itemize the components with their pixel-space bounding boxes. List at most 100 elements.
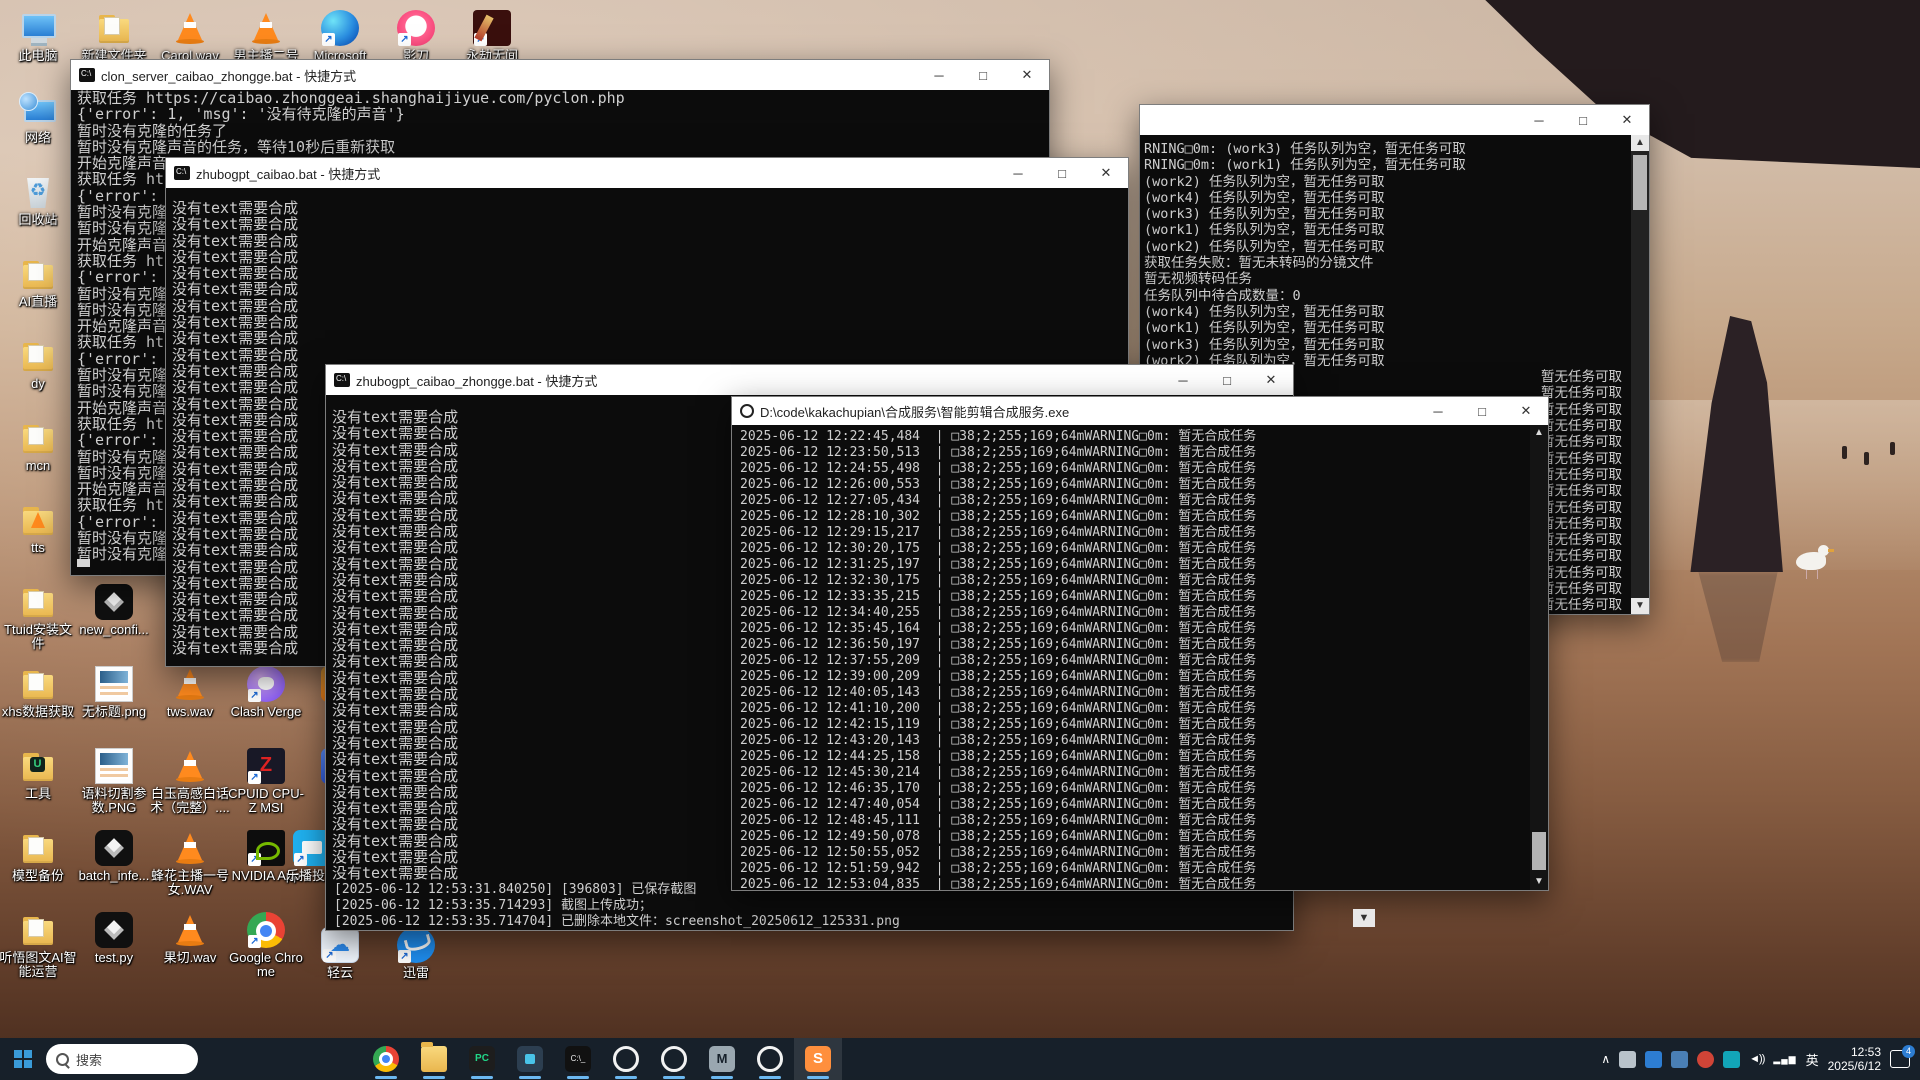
desktop-icon-网络[interactable]: 网络 — [0, 92, 78, 145]
red-app-icon[interactable] — [1697, 1051, 1714, 1068]
folder-icon — [19, 830, 57, 866]
desktop-icon-迅雷[interactable]: ↗迅雷 — [376, 927, 456, 980]
taskbar-search[interactable]: 搜索 — [46, 1044, 198, 1074]
desktop-icon-Carol.wav[interactable]: Carol.wav — [150, 10, 230, 63]
w4-warning-line: 2025-06-12 12:53:04,835 | □38;2;255;169;… — [732, 877, 1548, 890]
desktop-icon-Clash Verge[interactable]: ↗Clash Verge — [226, 666, 306, 719]
running-indicator — [615, 1076, 637, 1079]
w2-title: zhubogpt_caibao.bat - 快捷方式 — [196, 164, 996, 183]
desktop-icon-轻云[interactable]: ↗ 轻云 — [300, 927, 380, 980]
language-indicator[interactable]: 英 — [1806, 1050, 1819, 1069]
desktop-icon-听悟图文AI智能运营[interactable]: 听悟图文AI智能运营 — [0, 912, 78, 979]
w2-titlebar[interactable]: zhubogpt_caibao.bat - 快捷方式 ─ □ ✕ — [166, 158, 1128, 188]
desktop-icon-AI直播[interactable]: AI直播 — [0, 256, 78, 309]
w3-minimize-button[interactable]: ─ — [1161, 365, 1205, 395]
teal-app-icon[interactable] — [1723, 1051, 1740, 1068]
w5-minimize-button[interactable]: ─ — [1517, 105, 1561, 135]
w3-close-button[interactable]: ✕ — [1249, 365, 1293, 395]
desktop-icon-dy[interactable]: dy — [0, 338, 78, 391]
w5-close-button[interactable]: ✕ — [1605, 105, 1649, 135]
desktop-icon-tts[interactable]: tts — [0, 502, 78, 555]
shortcut-arrow-icon: ↗ — [248, 689, 261, 702]
w4-scroll-thumb[interactable] — [1532, 832, 1546, 870]
desktop-icon-语料切割参数.PNG[interactable]: 语料切割参数.PNG — [74, 748, 154, 815]
start-button[interactable] — [0, 1038, 46, 1080]
w1-minimize-button[interactable]: ─ — [917, 60, 961, 90]
w5-maximize-button[interactable]: □ — [1561, 105, 1605, 135]
w4-titlebar[interactable]: D:\code\kakachupian\合成服务\智能剪辑合成服务.exe ─ … — [732, 397, 1548, 425]
taskbar-app-pycharm[interactable]: PC — [458, 1038, 506, 1080]
w1-close-button[interactable]: ✕ — [1005, 60, 1049, 90]
w4-minimize-button[interactable]: ─ — [1416, 397, 1460, 425]
taskbar-clock[interactable]: 12:53 2025/6/12 — [1828, 1045, 1881, 1073]
w1-titlebar[interactable]: clon_server_caibao_zhongge.bat - 快捷方式 ─ … — [71, 60, 1049, 90]
desktop-icon-tws.wav[interactable]: tws.wav — [150, 666, 230, 719]
w2-minimize-button[interactable]: ─ — [996, 158, 1040, 188]
ring-icon — [661, 1046, 687, 1072]
w2-close-button[interactable]: ✕ — [1084, 158, 1128, 188]
desktop-icon-永劫无间[interactable]: ↗永劫无间 — [452, 10, 532, 63]
desktop-icon-回收站[interactable]: 回收站 — [0, 174, 78, 227]
desktop-icon-男主播二号[interactable]: 男主播二号 — [226, 10, 306, 63]
desktop-icon-蜂花主播一号女.WAV[interactable]: 蜂花主播一号女.WAV — [150, 830, 230, 897]
desktop-icon-工具[interactable]: U工具 — [0, 748, 78, 801]
taskbar-app-explorer[interactable] — [410, 1038, 458, 1080]
w4-scroll-up-arrow[interactable]: ▲ — [1530, 425, 1548, 441]
w5-log-line: RNING□0m: (work3) 任务队列为空，暂无任务可取 — [1140, 141, 1649, 157]
tray-chevron-up-icon[interactable]: ∧ — [1601, 1052, 1610, 1066]
desktop-icon-模型备份[interactable]: 模型备份 — [0, 830, 78, 883]
w5-scroll-down-arrow[interactable]: ▼ — [1631, 598, 1649, 614]
taskbar-app-ring[interactable] — [650, 1038, 698, 1080]
w4-maximize-button[interactable]: □ — [1460, 397, 1504, 425]
desktop-icon-白玉高感白话术（完整）....[interactable]: 白玉高感白话术（完整）.... — [150, 748, 230, 815]
w2-log-line: 没有text需要合成 — [166, 233, 1128, 249]
w3-maximize-button[interactable]: □ — [1205, 365, 1249, 395]
vlc-icon — [171, 10, 209, 46]
desktop-icon-无标题.png[interactable]: 无标题.png — [74, 666, 154, 719]
bluetooth-icon[interactable] — [1671, 1051, 1688, 1068]
desktop-icon-test.py[interactable]: test.py — [74, 912, 154, 965]
w4-warning-line: 2025-06-12 12:51:59,942 | □38;2;255;169;… — [732, 861, 1548, 877]
shortcut-arrow-icon: ↗ — [323, 949, 336, 962]
desktop-icon-CPUID CPU-Z MSI[interactable]: ↗CPUID CPU-Z MSI — [226, 748, 306, 815]
cmd-icon: C:\_ — [565, 1046, 591, 1072]
desktop-icon-batch_infe...[interactable]: batch_infe... — [74, 830, 154, 883]
w3-titlebar[interactable]: zhubogpt_caibao_zhongge.bat - 快捷方式 ─ □ ✕ — [326, 365, 1293, 395]
desktop-icon-Google Chrome[interactable]: ↗Google Chrome — [226, 912, 306, 979]
w1-maximize-button[interactable]: □ — [961, 60, 1005, 90]
network-icon[interactable]: ▂▄▆ — [1773, 1054, 1796, 1065]
taskbar-app-ime[interactable]: M — [698, 1038, 746, 1080]
w5-titlebar[interactable]: ─ □ ✕ — [1140, 105, 1649, 135]
w5-scroll-thumb[interactable] — [1633, 155, 1647, 210]
desktop-icon-mcn[interactable]: mcn — [0, 420, 78, 473]
app-blue-icon[interactable] — [1645, 1051, 1662, 1068]
w2-maximize-button[interactable]: □ — [1040, 158, 1084, 188]
display-icon[interactable] — [1619, 1051, 1636, 1068]
w4-scroll-down-arrow[interactable]: ▼ — [1530, 874, 1548, 890]
w5-log-line: (work3) 任务队列为空，暂无任务可取 — [1140, 206, 1649, 222]
taskbar-app-cmd[interactable]: C:\_ — [554, 1038, 602, 1080]
w4-close-button[interactable]: ✕ — [1504, 397, 1548, 425]
w4-scrollbar[interactable]: ▲ ▼ — [1530, 425, 1548, 890]
volume-icon[interactable]: ◄)) — [1749, 1053, 1764, 1065]
notification-icon[interactable]: 4 — [1890, 1050, 1910, 1068]
w5-scroll-up-arrow[interactable]: ▲ — [1631, 135, 1649, 151]
desktop-icon-Ttuid安装文件[interactable]: Ttuid安装文件 — [0, 584, 78, 651]
taskbar-app-obs[interactable] — [602, 1038, 650, 1080]
desktop-icon-xhs数据获取[interactable]: xhs数据获取 — [0, 666, 78, 719]
desktop-icon-Microsoft[interactable]: ↗Microsoft — [300, 10, 380, 63]
taskbar-app-s-app[interactable]: S — [794, 1038, 842, 1080]
hscrollbar-right-arrow[interactable]: ▼ — [1353, 909, 1375, 927]
w4-title: D:\code\kakachupian\合成服务\智能剪辑合成服务.exe — [760, 402, 1416, 421]
desktop-icon-影刀[interactable]: ↗影刀 — [376, 10, 456, 63]
taskbar-app-app-dark[interactable] — [506, 1038, 554, 1080]
desktop-icon-此电脑[interactable]: 此电脑 — [0, 10, 78, 63]
desktop-icon-new_confi...[interactable]: new_confi... — [74, 584, 154, 637]
w4-warning-line: 2025-06-12 12:26:00,553 | □38;2;255;169;… — [732, 477, 1548, 493]
w5-scrollbar[interactable]: ▲ ▼ — [1631, 135, 1649, 614]
desktop-icon-果切.wav[interactable]: 果切.wav — [150, 912, 230, 965]
desktop-icon-新建文件夹[interactable]: 新建文件夹 — [74, 10, 154, 63]
taskbar-app-ring2[interactable] — [746, 1038, 794, 1080]
desktop-icon-label: 轻云 — [300, 966, 380, 980]
taskbar-app-chrome[interactable] — [362, 1038, 410, 1080]
